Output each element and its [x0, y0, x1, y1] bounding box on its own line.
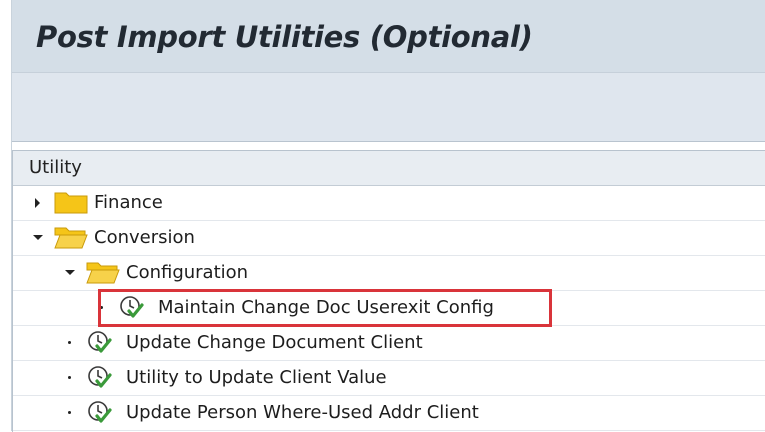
tree-node-label: Update Person Where-Used Addr Client [126, 402, 479, 423]
execute-clock-icon [88, 401, 112, 423]
page-title: Post Import Utilities (Optional) [36, 20, 533, 54]
collapse-arrow-icon[interactable] [33, 235, 43, 240]
folder-open-icon [54, 227, 88, 249]
folder-open-icon [86, 262, 120, 284]
tree-node-finance[interactable]: Finance [13, 186, 765, 221]
leaf-bullet-icon [68, 376, 71, 379]
left-frame [0, 0, 12, 431]
tree-node-update-person-where-used-addr-client[interactable]: Update Person Where-Used Addr Client [13, 396, 765, 431]
tree-node-label: Utility to Update Client Value [126, 367, 387, 388]
tree-node-label: Finance [94, 192, 163, 213]
execute-clock-icon [88, 366, 112, 388]
column-header-label: Utility [29, 157, 82, 178]
leaf-bullet-icon [68, 341, 71, 344]
tree-node-utility-to-update-client-value[interactable]: Utility to Update Client Value [13, 361, 765, 396]
title-bar: Post Import Utilities (Optional) [12, 0, 765, 72]
application-toolbar [12, 72, 765, 142]
expand-arrow-icon[interactable] [35, 198, 40, 208]
highlight-box [98, 289, 552, 327]
collapse-arrow-icon[interactable] [65, 270, 75, 275]
leaf-bullet-icon [68, 411, 71, 414]
execute-clock-icon [88, 331, 112, 353]
tree-node-label: Conversion [94, 227, 195, 248]
tree-column-header[interactable]: Utility [13, 151, 765, 186]
tree-node-update-change-document-client[interactable]: Update Change Document Client [13, 326, 765, 361]
tree-node-label: Update Change Document Client [126, 332, 423, 353]
tree-node-conversion[interactable]: Conversion [13, 221, 765, 256]
tree-node-configuration[interactable]: Configuration [13, 256, 765, 291]
folder-closed-icon [54, 192, 88, 214]
tree-node-label: Configuration [126, 262, 249, 283]
